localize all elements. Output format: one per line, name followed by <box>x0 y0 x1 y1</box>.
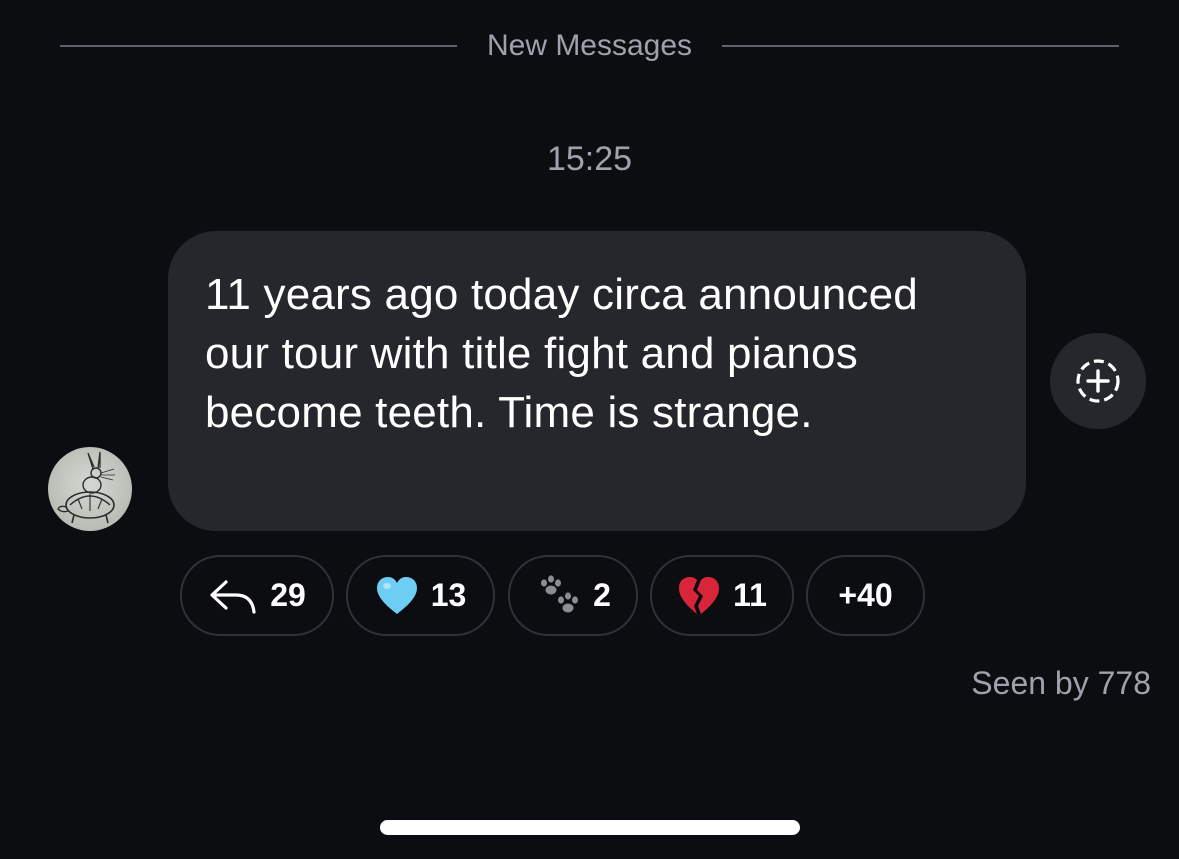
message-bubble[interactable]: 11 years ago today circa announced our t… <box>168 231 1026 531</box>
reply-arrow-icon <box>208 576 258 616</box>
add-reaction-button[interactable] <box>1050 333 1146 429</box>
blue-heart-reaction-pill[interactable]: 13 <box>346 555 495 636</box>
reply-reaction-pill[interactable]: 29 <box>180 555 334 636</box>
message-text: 11 years ago today circa announced our t… <box>205 270 918 437</box>
reply-count: 29 <box>270 577 306 613</box>
paw-prints-reaction-pill[interactable]: 2 <box>508 555 638 636</box>
broken-heart-count: 11 <box>733 577 767 613</box>
more-reactions-count: +40 <box>838 577 893 613</box>
divider-line-left <box>60 45 457 47</box>
message-timestamp: 15:25 <box>546 140 633 178</box>
home-indicator[interactable] <box>380 820 800 835</box>
blue-heart-count: 13 <box>430 577 467 613</box>
sender-avatar[interactable] <box>48 447 132 531</box>
broken-heart-icon <box>677 576 721 616</box>
new-messages-label: New Messages <box>486 29 693 62</box>
seen-by-count: Seen by 778 <box>971 665 1151 701</box>
paw-prints-icon <box>535 574 581 618</box>
light-blue-heart-icon <box>375 576 419 616</box>
broken-heart-reaction-pill[interactable]: 11 <box>650 555 794 636</box>
more-reactions-pill[interactable]: +40 <box>806 555 925 636</box>
add-reaction-icon <box>1076 359 1120 403</box>
paw-prints-count: 2 <box>593 577 611 613</box>
divider-line-right <box>722 45 1120 47</box>
turtle-rabbit-sketch-icon <box>57 451 115 524</box>
new-messages-divider: New Messages <box>60 24 1120 68</box>
